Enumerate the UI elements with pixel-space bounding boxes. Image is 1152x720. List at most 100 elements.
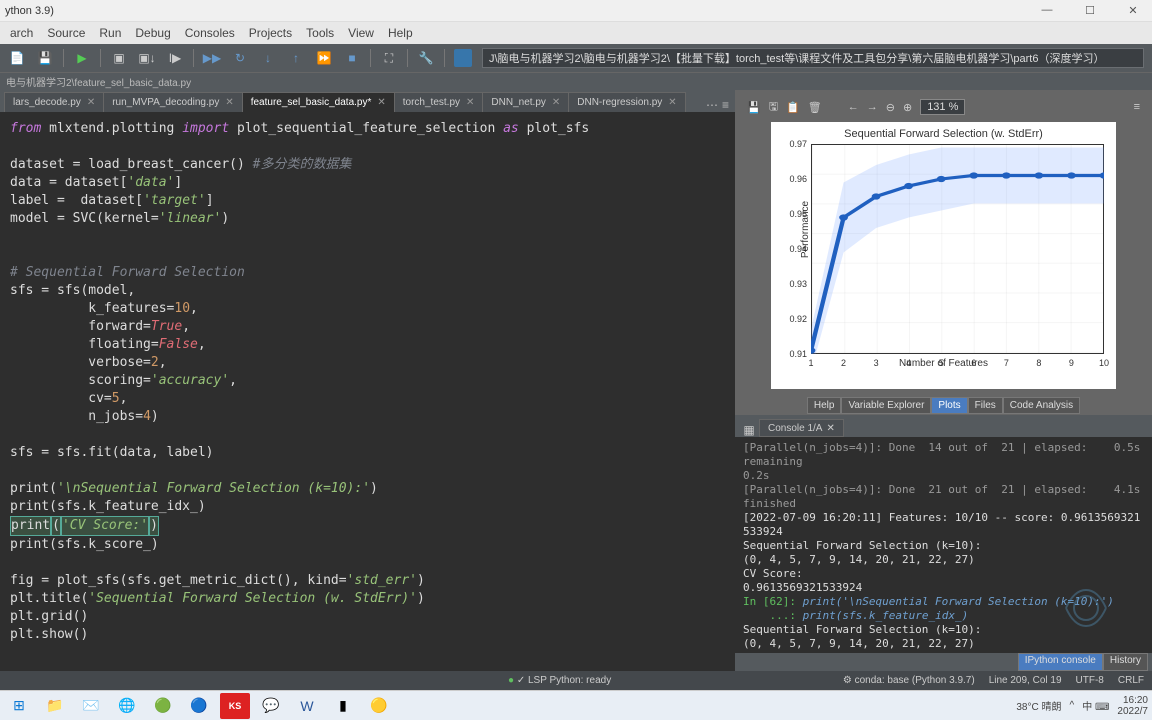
menu-item[interactable]: arch bbox=[4, 24, 39, 42]
taskbar-app-icon[interactable]: W bbox=[292, 693, 322, 719]
editor-tab[interactable]: DNN-regression.py✕ bbox=[568, 92, 685, 112]
tray-ime[interactable]: 中 ⌨ bbox=[1082, 698, 1109, 713]
console-bottom-tabs: IPython consoleHistory bbox=[735, 653, 1152, 671]
taskbar-app-icon[interactable]: ▮ bbox=[328, 693, 358, 719]
menu-item[interactable]: Tools bbox=[300, 24, 340, 42]
step-out-icon[interactable]: ↑ bbox=[283, 47, 309, 69]
status-conda[interactable]: ⚙ conda: base (Python 3.9.7) bbox=[843, 675, 975, 686]
pane-tab[interactable]: Variable Explorer bbox=[841, 397, 931, 414]
taskbar-app-icon[interactable]: 🔵 bbox=[184, 693, 214, 719]
console-pane: ▦ Console 1/A ✕ [Parallel(n_jobs=4)]: Do… bbox=[735, 415, 1152, 671]
status-cursor-pos: Line 209, Col 19 bbox=[989, 675, 1062, 686]
run-cell-icon[interactable]: ▣ bbox=[106, 47, 132, 69]
menu-item[interactable]: Help bbox=[382, 24, 419, 42]
right-pane-tabs: HelpVariable ExplorerPlotsFilesCode Anal… bbox=[735, 395, 1152, 415]
window-titlebar: ython 3.9) — ☐ ✕ bbox=[0, 0, 1152, 22]
preferences-icon[interactable]: 🔧 bbox=[413, 47, 439, 69]
status-eol[interactable]: CRLF bbox=[1118, 675, 1144, 686]
system-tray[interactable]: 38°C 晴朗 ^ 中 ⌨ 16:202022/7 bbox=[1016, 695, 1148, 717]
close-icon[interactable]: ✕ bbox=[826, 423, 834, 434]
close-icon[interactable]: ✕ bbox=[87, 97, 95, 108]
copy-plot-icon[interactable]: 📋 bbox=[786, 101, 800, 114]
menu-item[interactable]: View bbox=[342, 24, 380, 42]
zoom-level[interactable]: 131 % bbox=[920, 99, 965, 115]
editor-tab[interactable]: lars_decode.py✕ bbox=[4, 92, 104, 112]
hamburger-icon[interactable]: ≡ bbox=[1134, 101, 1140, 113]
taskbar-app-icon[interactable]: KS bbox=[220, 693, 250, 719]
console-output[interactable]: [Parallel(n_jobs=4)]: Done 14 out of 21 … bbox=[735, 437, 1152, 653]
status-bar: ● ✓ LSP Python: ready ⚙ conda: base (Pyt… bbox=[0, 671, 1152, 690]
menu-item[interactable]: Projects bbox=[243, 24, 298, 42]
new-file-icon[interactable]: 📄 bbox=[4, 47, 30, 69]
menu-item[interactable]: Debug bbox=[129, 24, 176, 42]
taskbar-app-icon[interactable]: 💬 bbox=[256, 693, 286, 719]
maximize-pane-icon[interactable]: ⛶ bbox=[376, 47, 402, 69]
close-icon[interactable]: ✕ bbox=[668, 97, 676, 108]
main-toolbar: 📄 💾 ▶ ▣ ▣↓ I▶ ▶▶ ↻ ↓ ↑ ⏩ ■ ⛶ 🔧 J\脑电与机器学习… bbox=[0, 44, 1152, 72]
console-tab[interactable]: Console 1/A ✕ bbox=[759, 419, 844, 437]
taskbar-app-icon[interactable]: 🟢 bbox=[148, 693, 178, 719]
windows-taskbar: ⊞ 📁 ✉️ 🌐 🟢 🔵 KS 💬 W ▮ 🟡 38°C 晴朗 ^ 中 ⌨ 16… bbox=[0, 690, 1152, 720]
run-cell-advance-icon[interactable]: ▣↓ bbox=[134, 47, 160, 69]
working-directory-input[interactable]: J\脑电与机器学习2\脑电与机器学习2\【批量下载】torch_test等\课程… bbox=[482, 48, 1144, 68]
pane-tab[interactable]: Plots bbox=[931, 397, 967, 414]
menu-bar: archSourceRunDebugConsolesProjectsToolsV… bbox=[0, 22, 1152, 44]
plot-pane: 💾 🖫 📋 🗑 ← → ⊖ ⊕ 131 % ≡ Sequential Forwa… bbox=[735, 90, 1152, 395]
plot-toolbar: 💾 🖫 📋 🗑 ← → ⊖ ⊕ 131 % ≡ bbox=[741, 96, 1146, 118]
taskbar-app-icon[interactable]: 📁 bbox=[40, 693, 70, 719]
menu-item[interactable]: Source bbox=[41, 24, 91, 42]
editor-tab[interactable]: run_MVPA_decoding.py✕ bbox=[103, 92, 243, 112]
console-tabs: ▦ Console 1/A ✕ bbox=[735, 415, 1152, 437]
tray-weather[interactable]: 38°C 晴朗 bbox=[1016, 698, 1061, 713]
start-button[interactable]: ⊞ bbox=[4, 693, 34, 719]
breadcrumb-path: 电与机器学习2\feature_sel_basic_data.py bbox=[6, 74, 191, 89]
window-title: ython 3.9) bbox=[5, 5, 54, 17]
console-bottom-tab[interactable]: History bbox=[1103, 653, 1148, 671]
console-menu-icon[interactable]: ▦ bbox=[739, 423, 759, 437]
zoom-out-icon[interactable]: ⊖ bbox=[886, 101, 895, 114]
editor-tab[interactable]: DNN_net.py✕ bbox=[482, 92, 569, 112]
zoom-in-icon[interactable]: ⊕ bbox=[903, 101, 912, 114]
run-icon[interactable]: ▶ bbox=[69, 47, 95, 69]
plot-figure[interactable]: Sequential Forward Selection (w. StdErr)… bbox=[771, 122, 1116, 389]
editor-tabs: lars_decode.py✕run_MVPA_decoding.py✕feat… bbox=[0, 90, 735, 112]
close-icon[interactable]: ✕ bbox=[377, 97, 385, 108]
save-all-plots-icon[interactable]: 🖫 bbox=[769, 98, 778, 117]
prev-plot-icon[interactable]: ← bbox=[848, 101, 859, 113]
minimize-button[interactable]: — bbox=[1033, 4, 1061, 17]
save-plot-icon[interactable]: 💾 bbox=[747, 101, 761, 114]
pane-tab[interactable]: Help bbox=[807, 397, 842, 414]
taskbar-app-icon[interactable]: 🟡 bbox=[364, 693, 394, 719]
editor-tab[interactable]: torch_test.py✕ bbox=[394, 92, 484, 112]
step-into-icon[interactable]: ↓ bbox=[255, 47, 281, 69]
delete-plot-icon[interactable]: 🗑 bbox=[808, 101, 822, 114]
close-icon[interactable]: ✕ bbox=[552, 97, 560, 108]
maximize-button[interactable]: ☐ bbox=[1076, 4, 1104, 17]
menu-item[interactable]: Run bbox=[93, 24, 127, 42]
next-plot-icon[interactable]: → bbox=[867, 101, 878, 113]
debug-icon[interactable]: ▶▶ bbox=[199, 47, 225, 69]
breadcrumb: 电与机器学习2\feature_sel_basic_data.py bbox=[0, 72, 1152, 90]
python-path-icon[interactable] bbox=[450, 47, 476, 69]
browse-tabs-icon[interactable]: ⋯ bbox=[706, 98, 718, 112]
close-button[interactable]: ✕ bbox=[1119, 4, 1147, 17]
editor-tab[interactable]: feature_sel_basic_data.py*✕ bbox=[242, 92, 395, 112]
pane-tab[interactable]: Files bbox=[968, 397, 1003, 414]
save-icon[interactable]: 💾 bbox=[32, 47, 58, 69]
menu-item[interactable]: Consoles bbox=[179, 24, 241, 42]
pane-tab[interactable]: Code Analysis bbox=[1003, 397, 1080, 414]
close-icon[interactable]: ✕ bbox=[225, 97, 233, 108]
code-editor[interactable]: from mlxtend.plotting import plot_sequen… bbox=[0, 112, 735, 671]
console-bottom-tab[interactable]: IPython console bbox=[1018, 653, 1103, 671]
continue-icon[interactable]: ⏩ bbox=[311, 47, 337, 69]
debug-step-icon[interactable]: ↻ bbox=[227, 47, 253, 69]
run-selection-icon[interactable]: I▶ bbox=[162, 47, 188, 69]
taskbar-app-icon[interactable]: ✉️ bbox=[76, 693, 106, 719]
close-icon[interactable]: ✕ bbox=[466, 97, 474, 108]
stop-debug-icon[interactable]: ■ bbox=[339, 47, 365, 69]
status-encoding[interactable]: UTF-8 bbox=[1076, 675, 1104, 686]
taskbar-app-icon[interactable]: 🌐 bbox=[112, 693, 142, 719]
options-icon[interactable]: ≡ bbox=[722, 98, 729, 112]
status-lsp: ● ✓ LSP Python: ready bbox=[508, 675, 611, 686]
plot-title: Sequential Forward Selection (w. StdErr) bbox=[775, 126, 1112, 142]
